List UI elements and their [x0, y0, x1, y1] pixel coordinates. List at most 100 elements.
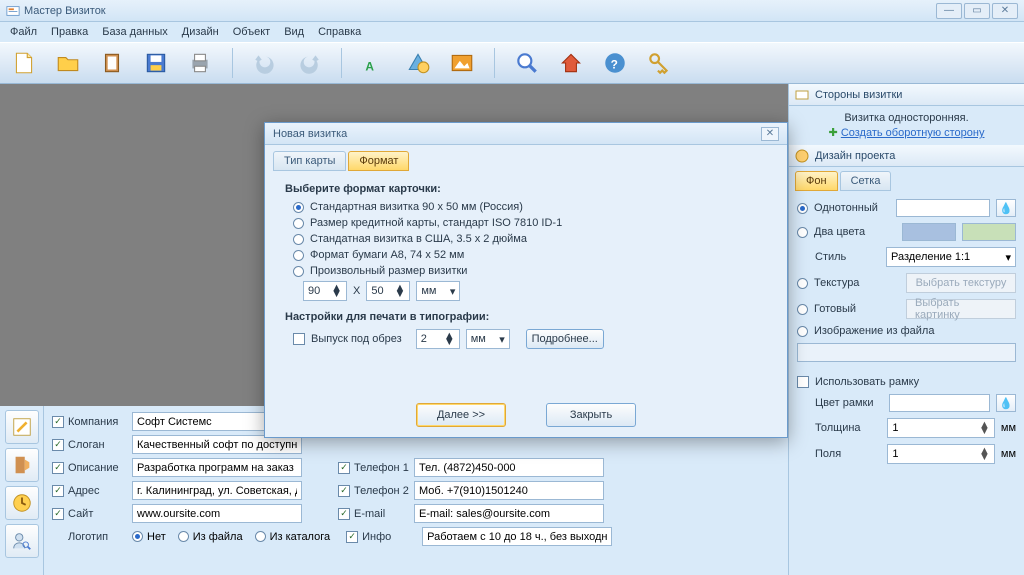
menu-file[interactable]: Файл [4, 24, 43, 40]
opt-0[interactable] [293, 202, 304, 213]
help-icon[interactable]: ? [599, 47, 631, 79]
paste-icon[interactable] [96, 47, 128, 79]
text-icon[interactable]: A [358, 47, 390, 79]
menu-design[interactable]: Дизайн [176, 24, 225, 40]
input-info[interactable] [422, 527, 612, 546]
menu-edit[interactable]: Правка [45, 24, 94, 40]
shape-icon[interactable] [402, 47, 434, 79]
design-header: Дизайн проекта [789, 145, 1024, 167]
sides-header: Стороны визитки [789, 84, 1024, 106]
new-icon[interactable] [8, 47, 40, 79]
chk-frame[interactable] [797, 376, 809, 388]
tab-grid[interactable]: Сетка [840, 171, 892, 191]
input-desc[interactable] [132, 458, 302, 477]
opt-1[interactable] [293, 218, 304, 229]
input-phone1[interactable] [414, 458, 604, 477]
chk-email[interactable] [338, 508, 350, 520]
dialog-close-button[interactable]: Закрыть [546, 403, 636, 427]
label-logo-file: Из файла [193, 531, 243, 543]
chk-company[interactable] [52, 416, 64, 428]
input-site[interactable] [132, 504, 302, 523]
tab-bg[interactable]: Фон [795, 171, 838, 191]
picker-icon[interactable]: 💧 [996, 199, 1016, 217]
maximize-button[interactable]: ▭ [964, 3, 990, 19]
chk-phone2[interactable] [338, 485, 350, 497]
opt-4[interactable] [293, 266, 304, 277]
chk-site[interactable] [52, 508, 64, 520]
bleed-unit[interactable]: мм▾ [466, 329, 510, 349]
opt-2[interactable] [293, 234, 304, 245]
label-site: Сайт [68, 508, 128, 520]
radio-ready[interactable] [797, 304, 808, 315]
label-email: E-mail [354, 508, 410, 520]
bleed-spin[interactable]: 2▲▼ [416, 329, 460, 349]
frame-color[interactable] [889, 394, 990, 412]
radio-logo-none[interactable] [132, 531, 143, 542]
label-desc: Описание [68, 462, 128, 474]
margins-spin[interactable]: 1▲▼ [887, 444, 995, 464]
menubar: Файл Правка База данных Дизайн Объект Ви… [0, 22, 1024, 42]
radio-logo-cat[interactable] [255, 531, 266, 542]
create-back-link[interactable]: Создать оборотную сторону [841, 127, 985, 139]
input-addr[interactable] [132, 481, 302, 500]
label-phone1: Телефон 1 [354, 462, 410, 474]
save-icon[interactable] [140, 47, 172, 79]
menu-view[interactable]: Вид [278, 24, 310, 40]
format-heading: Выберите формат карточки: [285, 183, 767, 195]
frame-picker-icon[interactable]: 💧 [996, 394, 1016, 412]
key-icon[interactable] [643, 47, 675, 79]
radio-solid[interactable] [797, 203, 808, 214]
two-color2[interactable] [962, 223, 1016, 241]
home-icon[interactable] [555, 47, 587, 79]
thickness-spin[interactable]: 1▲▼ [887, 418, 995, 438]
next-button[interactable]: Далее >> [416, 403, 506, 427]
menu-help[interactable]: Справка [312, 24, 367, 40]
print-icon[interactable] [184, 47, 216, 79]
zoom-icon[interactable] [511, 47, 543, 79]
chk-desc[interactable] [52, 462, 64, 474]
tab-cardtype[interactable]: Тип карты [273, 151, 346, 171]
person-search-icon[interactable] [5, 524, 39, 558]
app-icon [6, 4, 20, 18]
ready-button: Выбрать картинку [906, 299, 1016, 319]
image-icon[interactable] [446, 47, 478, 79]
left-toolbar [0, 406, 44, 575]
new-card-dialog: Новая визитка✕ Тип карты Формат Выберите… [264, 122, 788, 438]
input-email[interactable] [414, 504, 604, 523]
label-info: Инфо [362, 531, 418, 543]
chk-info[interactable] [346, 531, 358, 543]
style-select[interactable]: Разделение 1:1▾ [886, 247, 1016, 267]
two-color1[interactable] [902, 223, 956, 241]
unit-select[interactable]: мм▾ [416, 281, 460, 301]
tab-format[interactable]: Формат [348, 151, 409, 171]
height-spin[interactable]: 50▲▼ [366, 281, 410, 301]
fromfile-path[interactable] [797, 343, 1016, 362]
chk-addr[interactable] [52, 485, 64, 497]
palette-icon [795, 149, 809, 163]
chk-bleed[interactable] [293, 333, 305, 345]
door-icon[interactable] [5, 448, 39, 482]
opt-3[interactable] [293, 250, 304, 261]
radio-two[interactable] [797, 227, 808, 238]
input-phone2[interactable] [414, 481, 604, 500]
dialog-close-icon[interactable]: ✕ [761, 127, 779, 141]
radio-logo-file[interactable] [178, 531, 189, 542]
edit-text-icon[interactable] [5, 410, 39, 444]
more-button[interactable]: Подробнее... [526, 329, 604, 349]
chk-phone1[interactable] [338, 462, 350, 474]
close-button[interactable]: ✕ [992, 3, 1018, 19]
undo-icon[interactable] [249, 47, 281, 79]
chk-slogan[interactable] [52, 439, 64, 451]
menu-db[interactable]: База данных [96, 24, 174, 40]
label-logo-none: Нет [147, 531, 166, 543]
solid-color[interactable] [896, 199, 990, 217]
menu-object[interactable]: Объект [227, 24, 276, 40]
clock-icon[interactable] [5, 486, 39, 520]
minimize-button[interactable]: ― [936, 3, 962, 19]
open-icon[interactable] [52, 47, 84, 79]
redo-icon[interactable] [293, 47, 325, 79]
label-addr: Адрес [68, 485, 128, 497]
radio-fromfile[interactable] [797, 326, 808, 337]
width-spin[interactable]: 90▲▼ [303, 281, 347, 301]
radio-texture[interactable] [797, 278, 808, 289]
